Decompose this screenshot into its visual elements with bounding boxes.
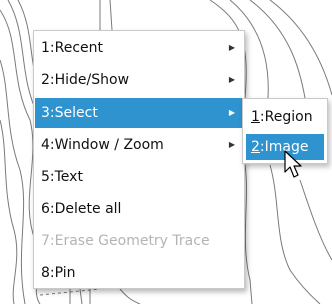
menu-item-select-label: 3:Select xyxy=(41,105,98,121)
submenu-item-region-label: :Region xyxy=(259,109,313,125)
submenu-item-region[interactable]: 1:Region xyxy=(246,104,324,130)
menu-item-window-zoom-label: 4:Window / Zoom xyxy=(41,137,164,153)
menu-item-erase-geometry-trace-label: 7:Erase Geometry Trace xyxy=(41,233,210,249)
menu-item-hide-show-label: 2:Hide/Show xyxy=(41,72,130,88)
menu-item-pin-label: 8:Pin xyxy=(41,265,76,281)
menu-item-recent[interactable]: 1:Recent ▶ xyxy=(35,33,243,63)
submenu-arrow-icon: ▶ xyxy=(228,108,235,117)
menu-item-erase-geometry-trace: 7:Erase Geometry Trace xyxy=(35,226,243,256)
context-menu: 1:Recent ▶ 2:Hide/Show ▶ 3:Select ▶ 4:Wi… xyxy=(33,30,245,289)
menu-item-text[interactable]: 5:Text xyxy=(35,162,243,192)
arrow-pointer-icon xyxy=(284,150,302,178)
menu-item-text-label: 5:Text xyxy=(41,169,83,185)
menu-item-window-zoom[interactable]: 4:Window / Zoom ▶ xyxy=(35,130,243,160)
menu-item-select[interactable]: 3:Select ▶ xyxy=(35,98,243,128)
menu-item-recent-label: 1:Recent xyxy=(41,40,104,56)
submenu-item-image-key: 2 xyxy=(251,139,260,155)
menu-item-pin[interactable]: 8:Pin xyxy=(35,258,243,288)
submenu-arrow-icon: ▶ xyxy=(228,43,235,52)
menu-item-delete-all[interactable]: 6:Delete all xyxy=(35,194,243,224)
submenu-item-region-key: 1 xyxy=(251,109,260,125)
menu-item-delete-all-label: 6:Delete all xyxy=(41,201,122,217)
submenu-arrow-icon: ▶ xyxy=(228,140,235,149)
submenu-arrow-icon: ▶ xyxy=(228,75,235,84)
menu-item-hide-show[interactable]: 2:Hide/Show ▶ xyxy=(35,65,243,95)
